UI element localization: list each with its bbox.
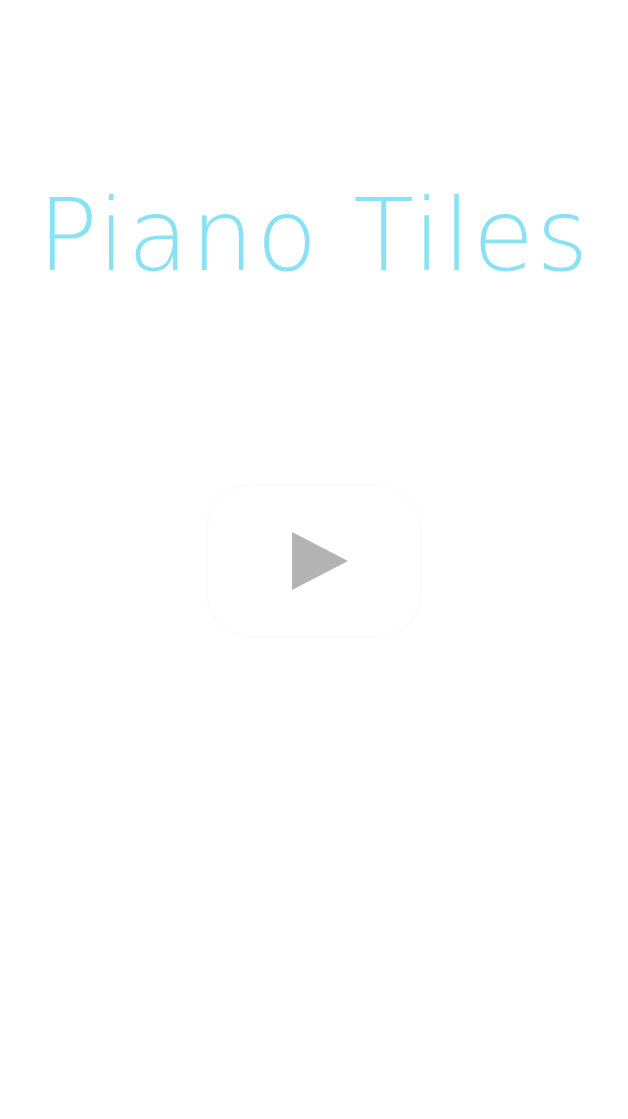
play-button[interactable] <box>208 486 420 636</box>
game-title: Piano Tiles <box>37 177 591 294</box>
start-screen: Piano Tiles <box>0 0 628 1119</box>
play-icon <box>292 532 348 590</box>
